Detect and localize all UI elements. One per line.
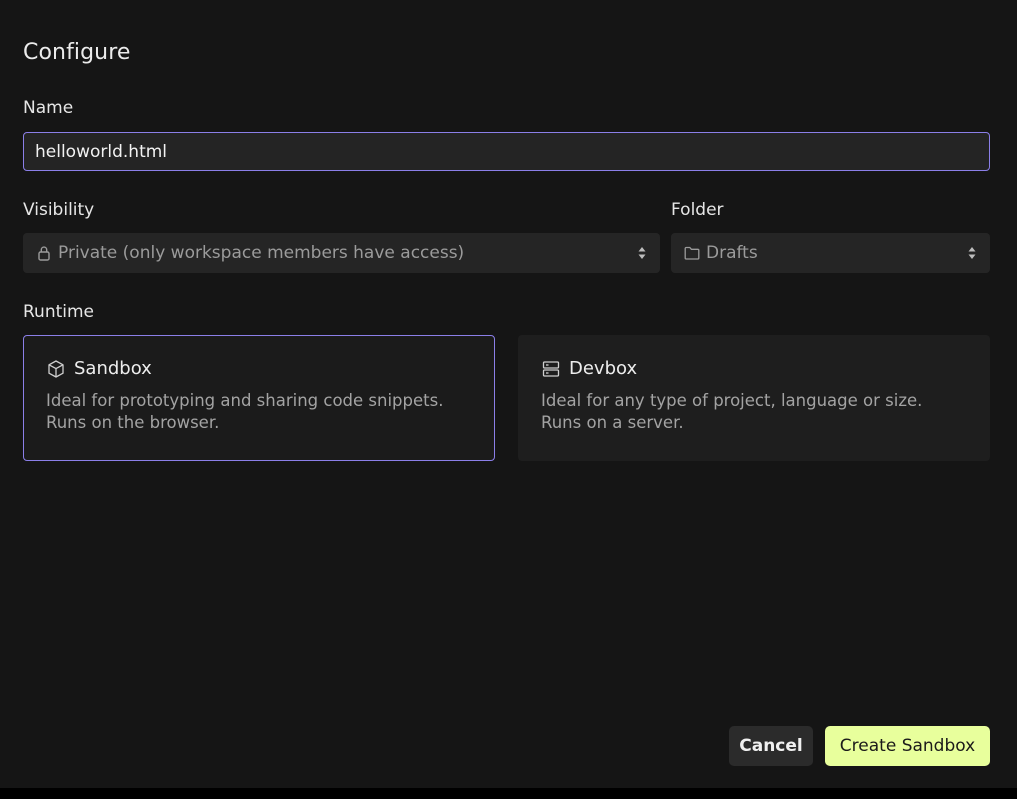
lock-icon — [36, 245, 52, 261]
runtime-option-header: Sandbox — [46, 358, 472, 379]
server-icon — [541, 359, 561, 379]
visibility-select[interactable]: Private (only workspace members have acc… — [23, 233, 660, 273]
create-sandbox-button[interactable]: Create Sandbox — [825, 726, 990, 766]
runtime-option-description: Ideal for prototyping and sharing code s… — [46, 390, 472, 434]
runtime-option-title: Devbox — [569, 358, 638, 379]
runtime-option-title: Sandbox — [74, 358, 152, 379]
runtime-option-sandbox[interactable]: Sandbox Ideal for prototyping and sharin… — [23, 335, 495, 461]
description-line: Runs on the browser. — [46, 413, 220, 432]
description-line: Ideal for any type of project, language … — [541, 391, 923, 410]
select-arrows-icon — [967, 245, 977, 261]
description-line: Ideal for prototyping and sharing code s… — [46, 391, 444, 410]
cube-icon — [46, 359, 66, 379]
visibility-selected-value: Private (only workspace members have acc… — [58, 243, 465, 263]
select-arrows-icon — [637, 245, 647, 261]
folder-label: Folder — [671, 200, 724, 220]
runtime-option-description: Ideal for any type of project, language … — [541, 390, 967, 434]
name-label: Name — [23, 98, 74, 118]
folder-selected-value: Drafts — [706, 243, 758, 263]
cancel-button[interactable]: Cancel — [729, 726, 813, 766]
folder-icon — [684, 245, 700, 261]
description-line: Runs on a server. — [541, 413, 684, 432]
dialog-title: Configure — [23, 40, 131, 65]
configure-dialog: Configure Name Visibility Private (only … — [0, 0, 1017, 788]
visibility-label: Visibility — [23, 200, 95, 220]
folder-select[interactable]: Drafts — [671, 233, 990, 273]
runtime-option-devbox[interactable]: Devbox Ideal for any type of project, la… — [518, 335, 990, 461]
runtime-label: Runtime — [23, 302, 95, 322]
runtime-option-header: Devbox — [541, 358, 967, 379]
name-input[interactable] — [23, 132, 990, 171]
